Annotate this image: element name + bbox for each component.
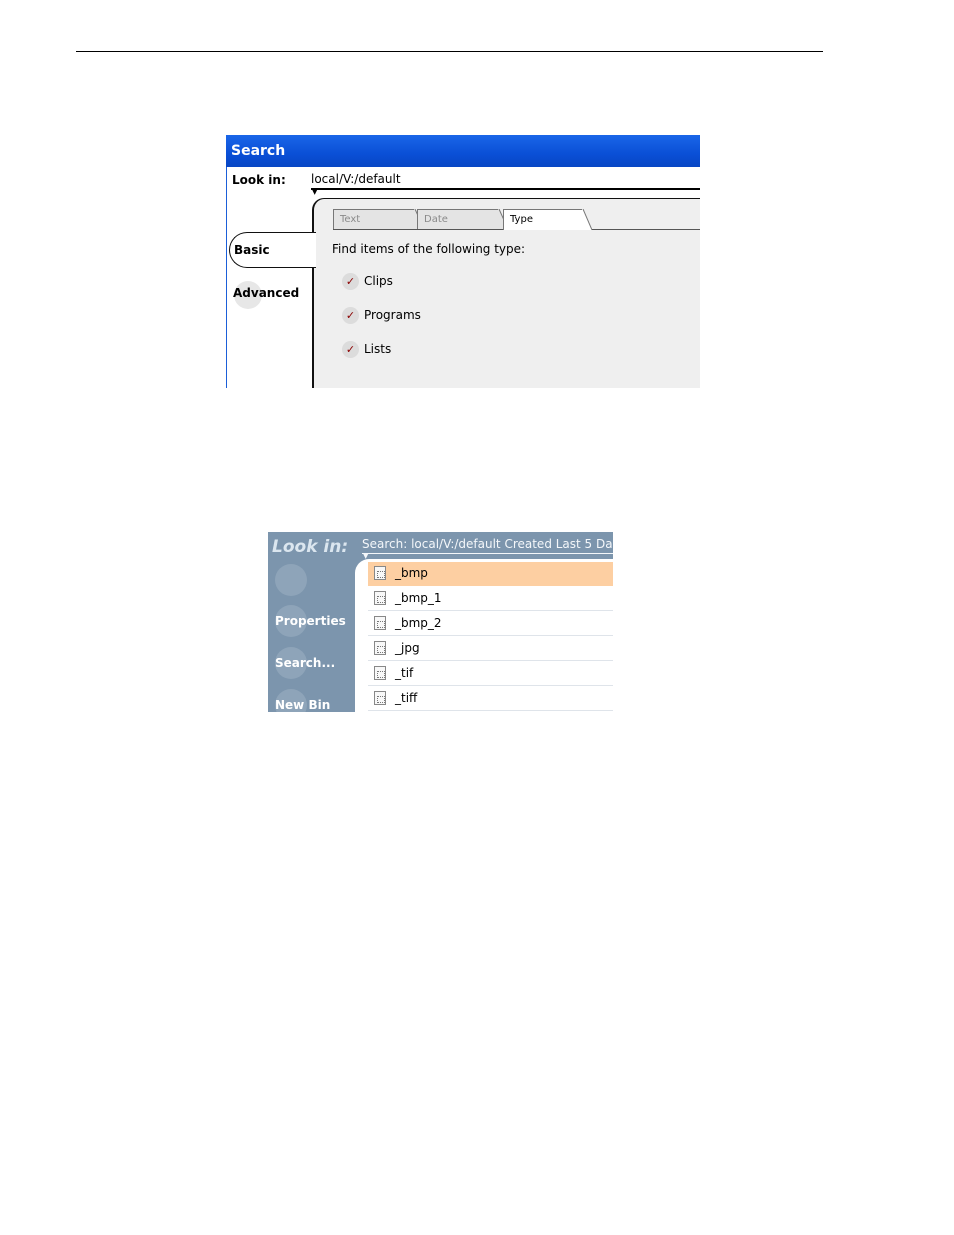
bin-search-path[interactable]: Search: local/V:/default Created Last 5 … <box>362 537 613 551</box>
look-in-dropdown-arrow-icon[interactable]: ▼ <box>312 189 317 196</box>
list-item[interactable]: _bmp_2 <box>368 612 613 636</box>
tab-type-slant <box>582 209 592 230</box>
bin-panel: Look in: Search: local/V:/default Create… <box>268 532 613 712</box>
new-bin-button[interactable]: New Bin <box>275 698 330 712</box>
type-option-label: Clips <box>364 274 393 288</box>
tab-basic-label: Basic <box>234 243 270 257</box>
tab-basic[interactable]: Basic <box>229 232 316 268</box>
look-in-path-field[interactable]: local/V:/default <box>311 172 401 186</box>
list-item-name: _tiff <box>395 691 418 705</box>
tab-date-label: Date <box>424 214 448 225</box>
properties-button[interactable]: Properties <box>275 614 346 628</box>
image-file-icon <box>374 591 386 605</box>
tab-advanced[interactable]: Advanced <box>233 286 299 300</box>
list-item-name: _tif <box>395 666 414 680</box>
image-file-icon <box>374 566 386 580</box>
image-file-icon <box>374 691 386 705</box>
bin-look-in-label: Look in: <box>272 537 349 557</box>
tab-type[interactable]: Type <box>503 209 583 230</box>
dialog-title-bar: Search <box>226 135 700 167</box>
dialog-left-border <box>226 167 227 388</box>
list-item-name: _jpg <box>395 641 420 655</box>
look-in-label: Look in: <box>232 173 286 187</box>
list-item[interactable]: _tiff <box>368 687 613 711</box>
tab-text-label: Text <box>340 214 361 225</box>
dialog-title: Search <box>231 143 286 159</box>
list-item[interactable]: _tif <box>368 662 613 686</box>
list-item[interactable]: _bmp <box>368 562 613 586</box>
image-file-icon <box>374 666 386 680</box>
checkmark-icon[interactable]: ✓ <box>342 307 359 324</box>
list-item-name: _bmp <box>395 566 428 580</box>
tab-date[interactable]: Date <box>417 209 499 229</box>
list-item-name: _bmp_1 <box>395 591 442 605</box>
page-header-rule <box>76 51 823 52</box>
bin-path-underline <box>362 553 613 554</box>
list-item[interactable]: _bmp_1 <box>368 587 613 611</box>
type-option-label: Lists <box>364 342 392 356</box>
search-dialog: Search Look in: local/V:/default ▼ Basic… <box>226 135 700 388</box>
bin-circle-icon <box>275 564 307 596</box>
search-button[interactable]: Search... <box>275 656 335 670</box>
checkmark-icon[interactable]: ✓ <box>342 273 359 290</box>
tab-strip: Text Date Type <box>333 209 700 231</box>
list-item[interactable]: _jpg <box>368 637 613 661</box>
find-items-label: Find items of the following type: <box>332 242 526 256</box>
tab-text[interactable]: Text <box>333 209 415 229</box>
image-file-icon <box>374 641 386 655</box>
look-in-underline <box>311 188 700 190</box>
checkmark-icon[interactable]: ✓ <box>342 341 359 358</box>
image-file-icon <box>374 616 386 630</box>
type-option-label: Programs <box>364 308 421 322</box>
bin-asset-list: _bmp _bmp_1 _bmp_2 _jpg _tif _tiff <box>355 559 613 712</box>
tab-type-label: Type <box>510 214 533 225</box>
list-item-name: _bmp_2 <box>395 616 442 630</box>
